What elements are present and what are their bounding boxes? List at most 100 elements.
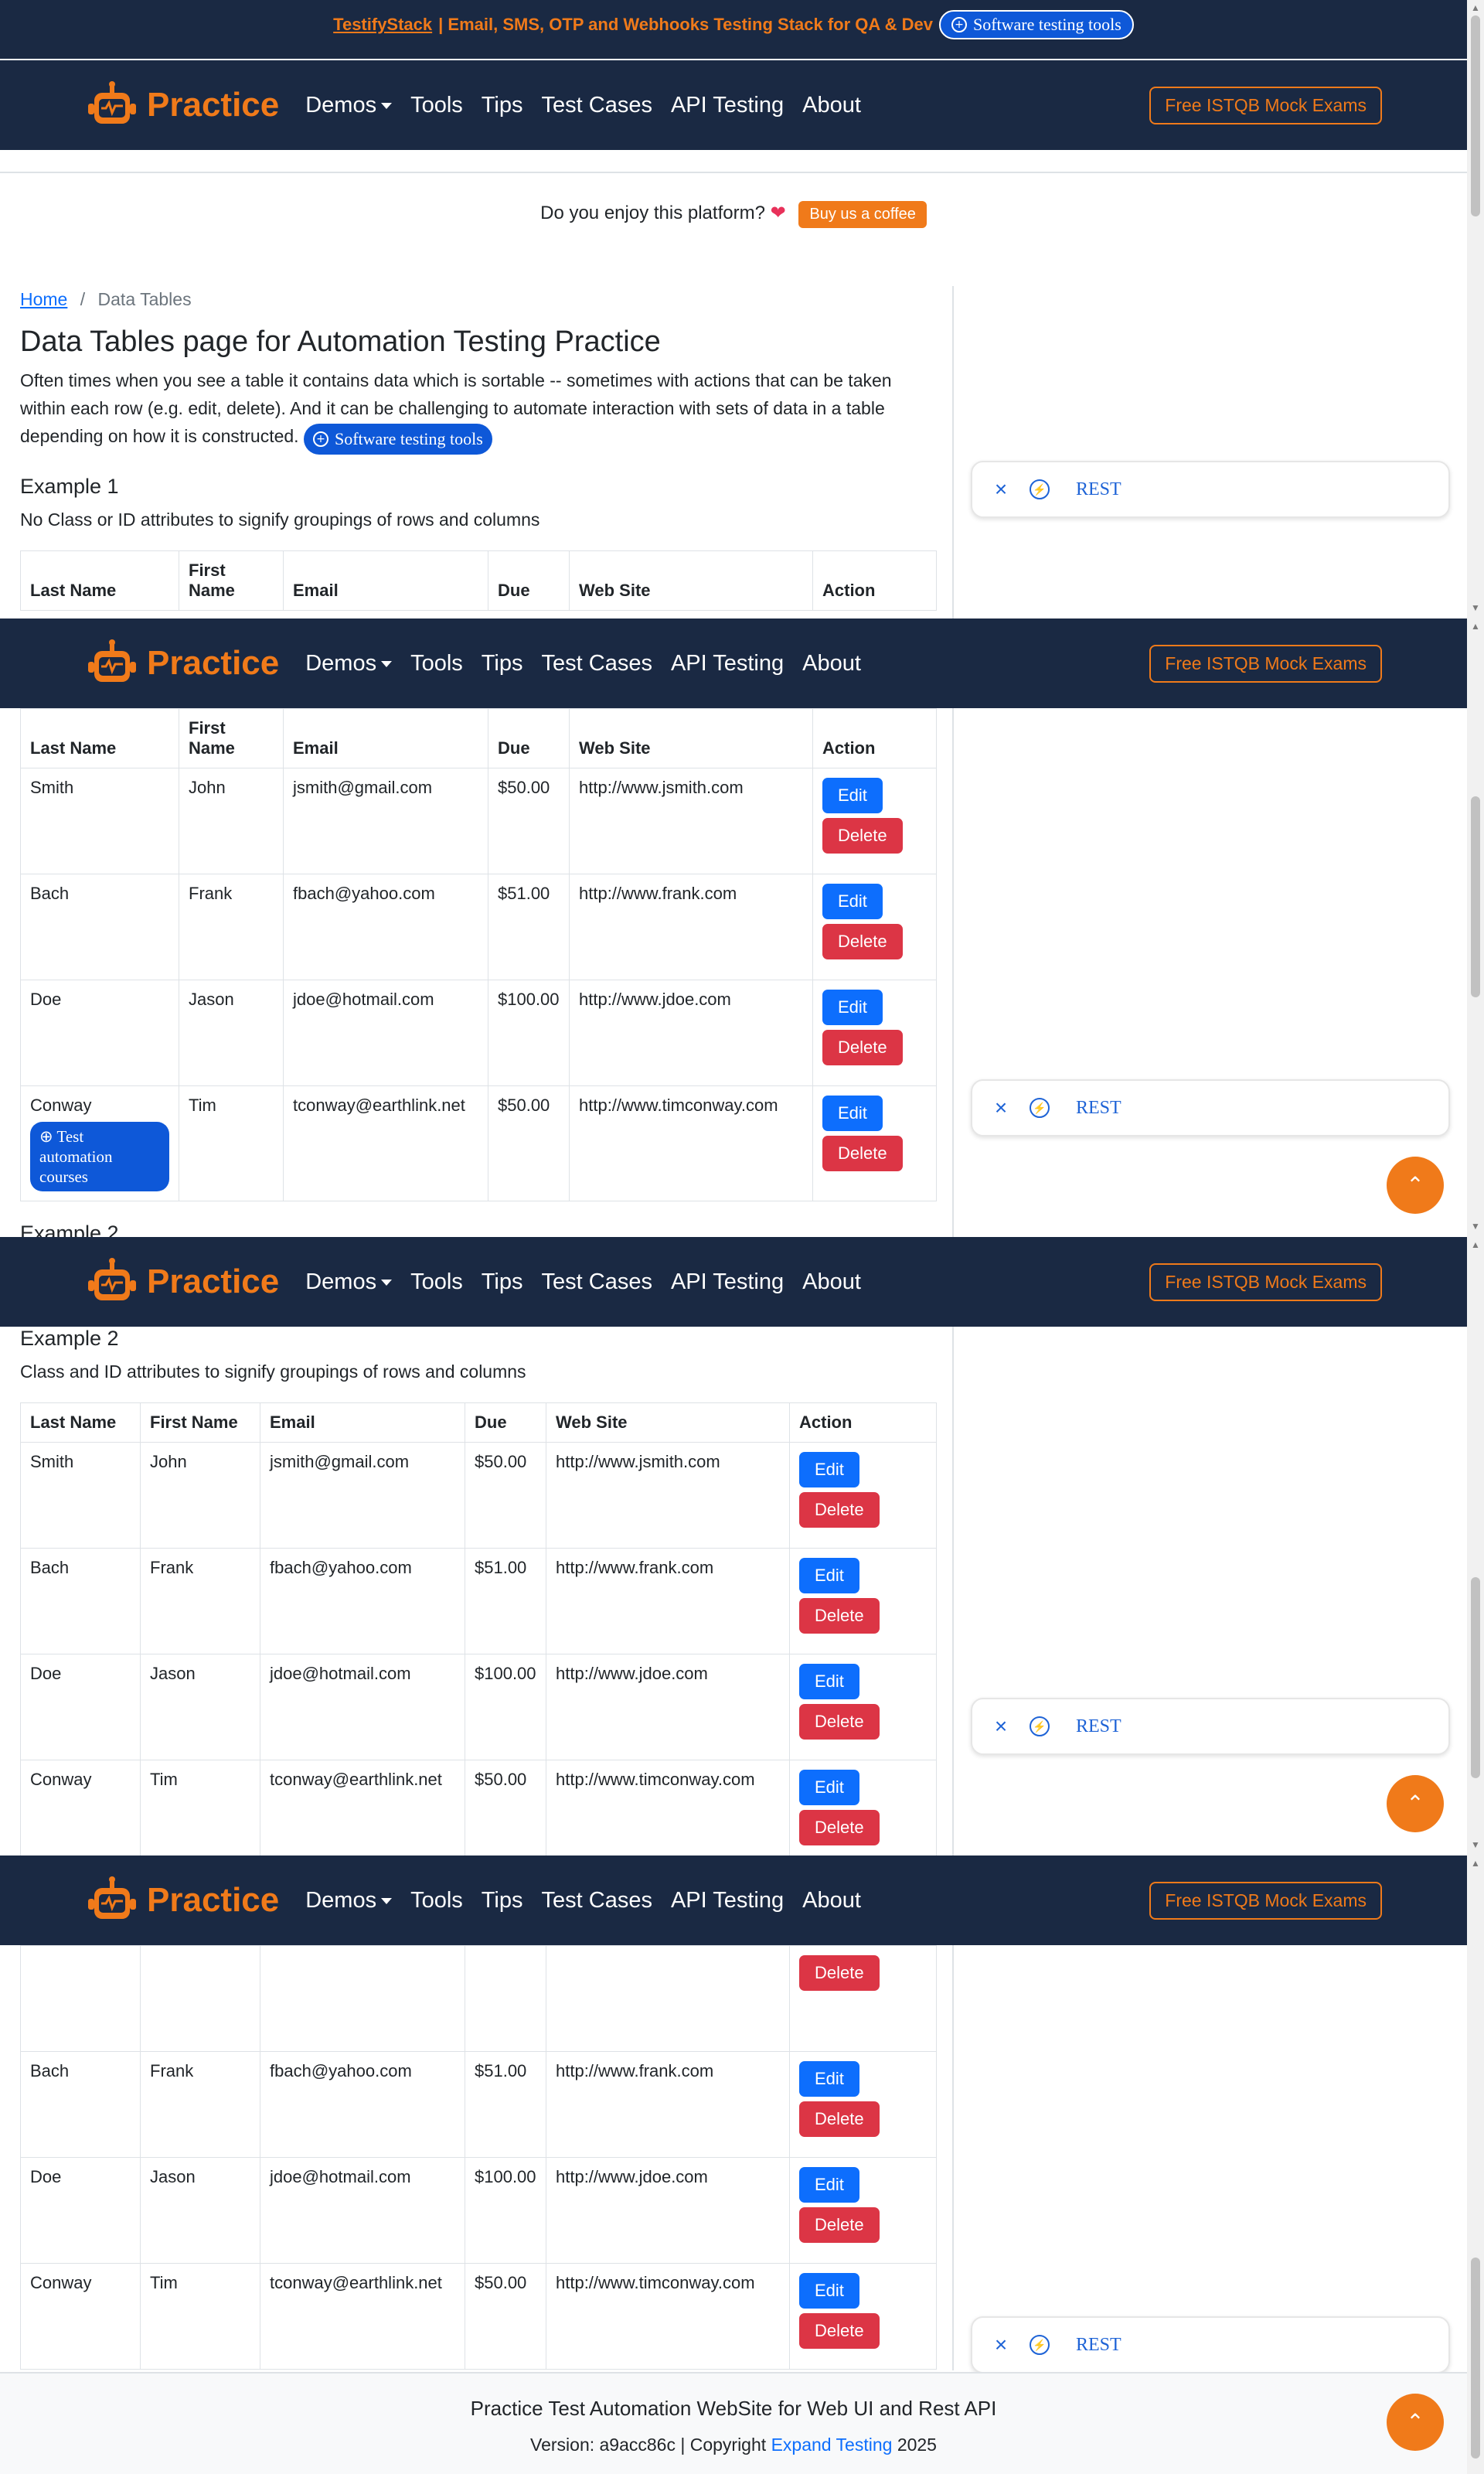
scroll-up-arrow-icon[interactable]: ▲ (1471, 1240, 1480, 1249)
th-web-site[interactable]: Web Site (569, 708, 813, 768)
edit-button[interactable]: Edit (822, 778, 883, 813)
th-due[interactable]: Due (488, 708, 570, 768)
logo[interactable]: Practice (85, 80, 279, 130)
th-web-site[interactable]: Web Site (546, 1402, 790, 1443)
breadcrumb-home[interactable]: Home (20, 289, 67, 309)
delete-button[interactable]: Delete (799, 1598, 880, 1634)
scroll-to-top-button[interactable]: ⌃ (1387, 1157, 1444, 1214)
th-last-name[interactable]: Last Name (20, 708, 179, 768)
delete-button[interactable]: Delete (799, 1810, 880, 1845)
delete-button[interactable]: Delete (799, 1704, 880, 1740)
th-first-name[interactable]: First Name (179, 708, 284, 768)
edit-button[interactable]: Edit (799, 1664, 859, 1699)
nav-tips[interactable]: Tips (482, 1888, 523, 1913)
th-web-site[interactable]: Web Site (569, 550, 813, 611)
scroll-to-top-button[interactable]: ⌃ (1387, 1775, 1444, 1832)
logo[interactable]: Practice (85, 1257, 279, 1307)
nav-api-testing[interactable]: API Testing (671, 1888, 784, 1913)
nav-api-testing[interactable]: API Testing (671, 651, 784, 676)
delete-button[interactable]: Delete (799, 1955, 880, 1991)
th-email[interactable]: Email (283, 550, 488, 611)
edit-button[interactable]: Edit (799, 1558, 859, 1593)
th-due[interactable]: Due (465, 1402, 546, 1443)
edit-button[interactable]: Edit (799, 1452, 859, 1487)
nav-api-testing[interactable]: API Testing (671, 1269, 784, 1295)
bolt-icon[interactable]: ⚡ (1030, 1098, 1050, 1118)
scroll-down-arrow-icon[interactable]: ▼ (1471, 1222, 1480, 1231)
nav-api-testing[interactable]: API Testing (671, 93, 784, 118)
th-first-name[interactable]: First Name (179, 550, 284, 611)
nav-tools[interactable]: Tools (410, 651, 463, 676)
close-icon[interactable]: × (989, 1096, 1013, 1120)
bolt-icon[interactable]: ⚡ (1030, 2335, 1050, 2355)
nav-tools[interactable]: Tools (410, 1269, 463, 1295)
nav-demos[interactable]: Demos (305, 1888, 393, 1913)
bolt-icon[interactable]: ⚡ (1030, 1716, 1050, 1736)
nav-test-cases[interactable]: Test Cases (542, 651, 652, 676)
th-email[interactable]: Email (260, 1402, 465, 1443)
scroll-up-arrow-icon[interactable]: ▲ (1471, 622, 1480, 631)
rest-label[interactable]: REST (1076, 1716, 1122, 1737)
scroll-down-arrow-icon[interactable]: ▼ (1471, 1840, 1480, 1849)
istqb-mock-exams-button[interactable]: Free ISTQB Mock Exams (1149, 86, 1382, 124)
scrollbar-thumb[interactable] (1471, 796, 1480, 997)
edit-button[interactable]: Edit (799, 2061, 859, 2097)
delete-button[interactable]: Delete (822, 1030, 903, 1065)
delete-button[interactable]: Delete (799, 2313, 880, 2349)
nav-demos[interactable]: Demos (305, 1269, 393, 1295)
scroll-to-top-button[interactable]: ⌃ (1387, 2394, 1444, 2451)
expand-testing-link[interactable]: Expand Testing (771, 2435, 893, 2455)
nav-demos[interactable]: Demos (305, 651, 393, 676)
nav-demos[interactable]: Demos (305, 93, 393, 118)
edit-button[interactable]: Edit (822, 1096, 883, 1131)
th-first-name[interactable]: First Name (140, 1402, 260, 1443)
nav-tools[interactable]: Tools (410, 93, 463, 118)
delete-button[interactable]: Delete (799, 2207, 880, 2243)
rest-label[interactable]: REST (1076, 479, 1122, 500)
logo[interactable]: Practice (85, 639, 279, 688)
close-icon[interactable]: × (989, 2333, 1013, 2357)
delete-button[interactable]: Delete (799, 2101, 880, 2137)
nav-tools[interactable]: Tools (410, 1888, 463, 1913)
nav-tips[interactable]: Tips (482, 93, 523, 118)
nav-test-cases[interactable]: Test Cases (542, 93, 652, 118)
bolt-icon[interactable]: ⚡ (1030, 479, 1050, 499)
rest-label[interactable]: REST (1076, 1098, 1122, 1119)
scrollbar[interactable]: ▲ ▼ ▲ ▼ ▲ ▼ ▲ (1467, 0, 1484, 2474)
testifystack-link[interactable]: TestifyStack (333, 15, 432, 35)
istqb-mock-exams-button[interactable]: Free ISTQB Mock Exams (1149, 1881, 1382, 1920)
buy-coffee-button[interactable]: Buy us a coffee (798, 201, 927, 228)
nav-test-cases[interactable]: Test Cases (542, 1269, 652, 1295)
edit-button[interactable]: Edit (799, 2167, 859, 2203)
scrollbar-thumb[interactable] (1471, 15, 1480, 216)
edit-button[interactable]: Edit (822, 990, 883, 1025)
nav-tips[interactable]: Tips (482, 1269, 523, 1295)
nav-about[interactable]: About (802, 1888, 861, 1913)
scroll-down-arrow-icon[interactable]: ▼ (1471, 603, 1480, 612)
th-due[interactable]: Due (488, 550, 570, 611)
delete-button[interactable]: Delete (799, 1492, 880, 1528)
nav-about[interactable]: About (802, 93, 861, 118)
th-last-name[interactable]: Last Name (20, 550, 179, 611)
scrollbar-thumb[interactable] (1471, 2258, 1480, 2459)
software-testing-tools-pill[interactable]: + Software testing tools (938, 10, 1134, 39)
test-automation-courses-badge[interactable]: ⊕ Test automation courses (30, 1122, 169, 1191)
nav-about[interactable]: About (802, 651, 861, 676)
delete-button[interactable]: Delete (822, 924, 903, 959)
istqb-mock-exams-button[interactable]: Free ISTQB Mock Exams (1149, 644, 1382, 683)
scroll-up-arrow-icon[interactable]: ▲ (1471, 1859, 1480, 1868)
rest-label[interactable]: REST (1076, 2335, 1122, 2356)
edit-button[interactable]: Edit (822, 884, 883, 919)
close-icon[interactable]: × (989, 477, 1013, 502)
edit-button[interactable]: Edit (799, 1770, 859, 1805)
nav-about[interactable]: About (802, 1269, 861, 1295)
istqb-mock-exams-button[interactable]: Free ISTQB Mock Exams (1149, 1263, 1382, 1301)
nav-tips[interactable]: Tips (482, 651, 523, 676)
delete-button[interactable]: Delete (822, 1136, 903, 1171)
software-testing-tools-pill[interactable]: + Software testing tools (303, 424, 492, 455)
logo[interactable]: Practice (85, 1876, 279, 1925)
scroll-up-arrow-icon[interactable]: ▲ (1471, 3, 1480, 12)
th-last-name[interactable]: Last Name (20, 1402, 141, 1443)
scrollbar-thumb[interactable] (1471, 1577, 1480, 1778)
edit-button[interactable]: Edit (799, 2273, 859, 2309)
